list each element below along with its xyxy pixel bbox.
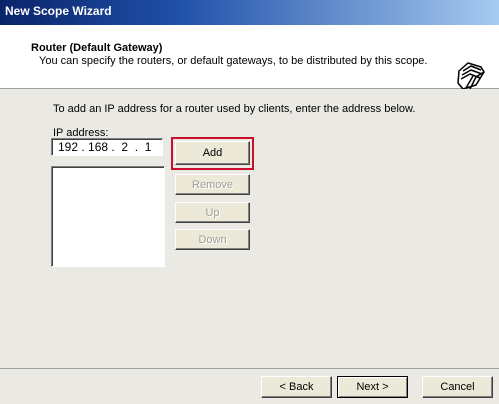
router-list[interactable]: [51, 166, 165, 267]
wizard-header: Router (Default Gateway) You can specify…: [0, 25, 499, 90]
wizard-footer: < Back Next > Cancel: [0, 368, 499, 404]
page-description: You can specify the routers, or default …: [39, 55, 428, 67]
window-title: New Scope Wizard: [5, 4, 112, 18]
new-scope-wizard-window: New Scope Wizard Router (Default Gateway…: [0, 0, 499, 404]
next-button[interactable]: Next >: [337, 376, 408, 398]
remove-button[interactable]: Remove: [175, 174, 250, 195]
back-button[interactable]: < Back: [261, 376, 332, 398]
page-title: Router (Default Gateway): [31, 42, 163, 54]
title-bar[interactable]: New Scope Wizard: [0, 0, 499, 25]
add-button[interactable]: Add: [175, 141, 250, 165]
down-button[interactable]: Down: [175, 229, 250, 250]
up-button[interactable]: Up: [175, 202, 250, 223]
instruction-text: To add an IP address for a router used b…: [53, 103, 416, 115]
ip-address-input[interactable]: 192 . 168 . 2 . 1: [51, 138, 163, 156]
cancel-button[interactable]: Cancel: [422, 376, 493, 398]
wizard-body: To add an IP address for a router used b…: [0, 89, 499, 368]
